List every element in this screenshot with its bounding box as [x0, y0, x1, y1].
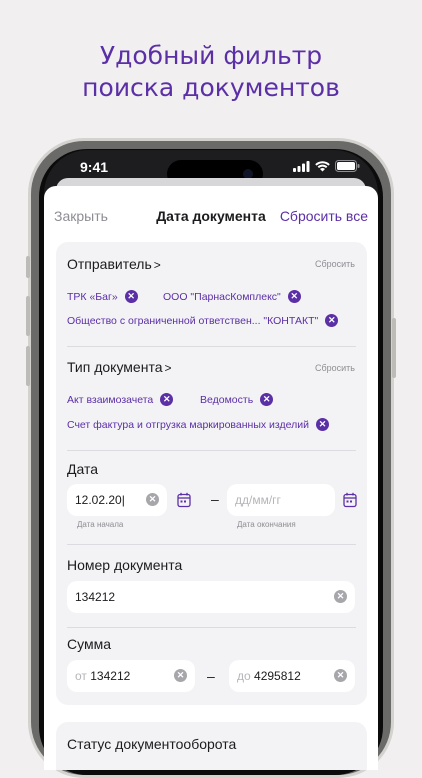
phone-button-mute — [26, 256, 30, 278]
doc-type-title: Тип документа — [67, 359, 163, 375]
chip-label: Счет фактура и отгрузка маркированных из… — [67, 418, 309, 431]
sum-separator: – — [207, 668, 215, 684]
sum-to-field: до 4295812 — [237, 669, 301, 683]
doc-type-chip-1: Акт взаимозачета ✕ — [67, 393, 174, 406]
date-start-value: 12.02.20| — [75, 493, 125, 507]
phone-screen: 9:41 Закрыть Дата документа Сбросить все — [44, 150, 378, 770]
calendar-icon[interactable] — [177, 492, 191, 508]
chip-label: Ведомость — [200, 393, 254, 406]
close-button[interactable]: Закрыть — [54, 208, 108, 224]
sender-title: Отправитель — [67, 256, 152, 272]
doc-number-value: 134212 — [75, 590, 116, 604]
remove-chip-icon[interactable]: ✕ — [160, 393, 174, 406]
date-end-placeholder: дд/мм/гг — [235, 493, 281, 507]
clear-icon[interactable]: ✕ — [174, 669, 187, 682]
date-separator: – — [211, 491, 219, 507]
filter-sheet: Закрыть Дата документа Сбросить все Отпр… — [44, 186, 378, 770]
remove-chip-icon[interactable]: ✕ — [315, 418, 329, 431]
promo-heading: Удобный фильтр поиска документов — [0, 40, 422, 104]
remove-chip-icon[interactable]: ✕ — [287, 290, 301, 303]
sum-to-input[interactable]: до 4295812 ✕ — [229, 660, 355, 692]
sender-chip-1: ТРК «Баг» ✕ — [67, 290, 138, 303]
sum-to-value: 4295812 — [254, 669, 301, 683]
chip-label: Акт взаимозачета — [67, 393, 154, 406]
sum-from-prefix: от — [75, 669, 87, 683]
doc-number-title: Номер документа — [67, 557, 183, 573]
status-icons — [293, 160, 360, 172]
date-start-input[interactable]: 12.02.20| ✕ — [67, 484, 167, 516]
divider — [67, 544, 356, 545]
filter-card: Отправитель > Сбросить ТРК «Баг» ✕ ООО "П… — [56, 242, 367, 705]
divider — [67, 346, 356, 347]
promo-line-2: поиска документов — [82, 73, 340, 102]
remove-chip-icon[interactable]: ✕ — [260, 393, 274, 406]
sender-chip-2: ООО "ПарнасКомплекс" ✕ — [163, 290, 301, 303]
doc-type-reset-button[interactable]: Сбросить — [315, 363, 355, 373]
date-title: Дата — [67, 461, 99, 477]
sender-section-header[interactable]: Отправитель > — [67, 256, 161, 272]
chevron-right-icon: > — [164, 361, 172, 375]
divider — [67, 627, 356, 628]
doc-status-card: Статус документооборота — [56, 722, 367, 770]
calendar-icon[interactable] — [343, 492, 357, 508]
chevron-right-icon: > — [153, 258, 161, 272]
chip-label: Общество с ограниченной ответствен... "К… — [67, 314, 319, 327]
phone-button-volume-down — [26, 346, 30, 386]
promo-line-1: Удобный фильтр — [99, 41, 323, 70]
remove-chip-icon[interactable]: ✕ — [325, 314, 339, 327]
sum-from-input[interactable]: от 134212 ✕ — [67, 660, 195, 692]
sum-to-prefix: до — [237, 669, 251, 683]
doc-type-chip-3: Счет фактура и отгрузка маркированных из… — [67, 418, 329, 431]
sender-chip-3: Общество с ограниченной ответствен... "К… — [67, 314, 339, 327]
sum-title: Сумма — [67, 636, 111, 652]
clear-icon[interactable]: ✕ — [146, 493, 159, 506]
divider — [67, 450, 356, 451]
signal-icon — [293, 160, 310, 172]
sender-reset-button[interactable]: Сбросить — [315, 259, 355, 269]
wifi-icon — [315, 160, 330, 171]
nav-bar: Закрыть Дата документа Сбросить все — [44, 208, 378, 228]
status-time: 9:41 — [80, 159, 109, 175]
sum-from-field: от 134212 — [75, 669, 130, 683]
doc-number-input[interactable]: 134212 ✕ — [67, 581, 355, 613]
date-end-input[interactable]: дд/мм/гг — [227, 484, 335, 516]
remove-chip-icon[interactable]: ✕ — [124, 290, 138, 303]
clear-icon[interactable]: ✕ — [334, 669, 347, 682]
battery-icon — [335, 160, 360, 172]
clear-icon[interactable]: ✕ — [334, 590, 347, 603]
phone-button-power — [392, 318, 396, 378]
phone-button-volume-up — [26, 296, 30, 336]
chip-label: ТРК «Баг» — [67, 290, 118, 303]
date-end-caption: Дата окончания — [237, 520, 296, 529]
doc-type-chip-2: Ведомость ✕ — [200, 393, 274, 406]
chip-label: ООО "ПарнасКомплекс" — [163, 290, 281, 303]
sum-from-value: 134212 — [90, 669, 131, 683]
doc-type-section-header[interactable]: Тип документа > — [67, 359, 172, 375]
reset-all-button[interactable]: Сбросить все — [280, 208, 368, 224]
date-start-caption: Дата начала — [77, 520, 124, 529]
